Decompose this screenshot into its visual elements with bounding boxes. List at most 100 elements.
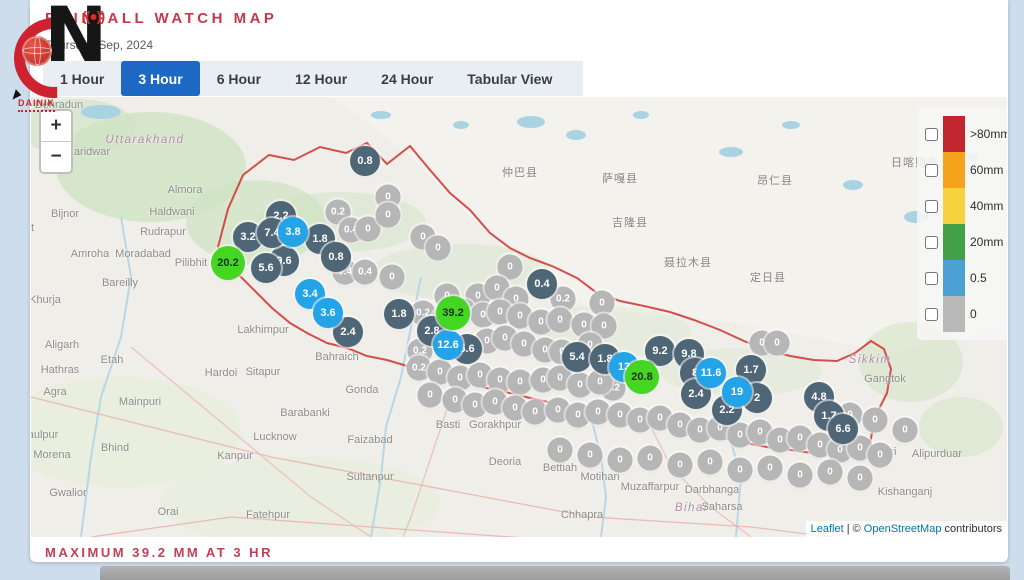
rain-marker[interactable]: 19 xyxy=(722,377,752,407)
map-label: Rudrapur xyxy=(140,226,186,238)
rain-marker[interactable]: 0.4 xyxy=(527,269,557,299)
rain-marker[interactable]: 0.8 xyxy=(350,146,380,176)
tab-3-hour[interactable]: 3 Hour xyxy=(121,61,199,96)
legend-label: 0.5 xyxy=(970,271,987,285)
map-label: Hathras xyxy=(41,364,80,376)
tab-12-hour[interactable]: 12 Hour xyxy=(278,61,364,96)
legend-row: >80mm xyxy=(923,116,1007,152)
map-label: Etah xyxy=(101,354,124,366)
rain-marker[interactable]: 0 xyxy=(758,456,783,481)
rain-marker[interactable]: 0 xyxy=(638,446,663,471)
rain-marker[interactable]: 1.8 xyxy=(384,299,414,329)
rain-marker[interactable]: 5.4 xyxy=(562,342,592,372)
openstreetmap-link[interactable]: OpenStreetMap xyxy=(864,523,942,535)
map-label: Pilibhit xyxy=(175,257,207,269)
map-attribution: Leaflet | © OpenStreetMap contributors xyxy=(806,521,1007,537)
rain-marker[interactable]: 0 xyxy=(380,265,405,290)
rain-marker[interactable]: 0 xyxy=(765,331,790,356)
rain-marker[interactable]: 0 xyxy=(848,466,873,491)
map-label: Mainpuri xyxy=(119,396,161,408)
rain-marker[interactable]: 0 xyxy=(728,458,753,483)
leaflet-link[interactable]: Leaflet xyxy=(811,523,844,535)
legend-swatch xyxy=(943,296,965,332)
map-label: Bettiah xyxy=(543,462,577,474)
legend-checkbox[interactable] xyxy=(925,200,938,213)
tab-bar: 1 Hour3 Hour6 Hour12 Hour24 HourTabular … xyxy=(43,61,583,96)
rain-marker[interactable]: 0 xyxy=(863,408,888,433)
legend-row: 60mm xyxy=(923,152,1007,188)
map-label: Khurja xyxy=(31,294,61,306)
legend-checkbox[interactable] xyxy=(925,164,938,177)
tab-6-hour[interactable]: 6 Hour xyxy=(200,61,278,96)
rain-marker[interactable]: 0 xyxy=(376,203,401,228)
map-label: Almora xyxy=(168,184,203,196)
rain-marker[interactable]: 0 xyxy=(868,443,893,468)
rain-marker[interactable]: 0 xyxy=(608,448,633,473)
map-label: Bhind xyxy=(101,442,129,454)
map-label: Faizabad xyxy=(347,434,392,446)
rain-marker[interactable]: 0 xyxy=(818,460,843,485)
map-label: Orai xyxy=(158,506,179,518)
map-label: Gorakhpur xyxy=(469,419,521,431)
map-label: Barabanki xyxy=(280,407,330,419)
zoom-out-button[interactable]: − xyxy=(41,142,71,172)
map-label: Motihari xyxy=(580,471,619,483)
rain-marker[interactable]: 0.4 xyxy=(353,260,378,285)
legend-swatch xyxy=(943,152,965,188)
maximum-rainfall-text: MAXIMUM 39.2 MM AT 3 HR xyxy=(45,545,273,560)
legend-swatch xyxy=(943,224,965,260)
rain-marker[interactable]: 0 xyxy=(578,443,603,468)
rain-marker[interactable]: 0 xyxy=(590,291,615,316)
map-label: Alipurduar xyxy=(912,448,962,460)
rain-marker[interactable]: 3.8 xyxy=(278,217,308,247)
tab-tabular-view[interactable]: Tabular View xyxy=(450,61,569,96)
legend-swatch xyxy=(943,260,965,296)
map-label: Sikkim xyxy=(849,354,892,366)
rain-marker[interactable]: 0 xyxy=(668,453,693,478)
rain-marker[interactable]: 0 xyxy=(893,418,918,443)
map-label: Lucknow xyxy=(253,431,296,443)
rain-marker[interactable]: 11.6 xyxy=(696,358,726,388)
legend-label: 40mm xyxy=(970,199,1003,213)
map-label: Amroha xyxy=(71,248,110,260)
legend-checkbox[interactable] xyxy=(925,272,938,285)
rain-marker[interactable]: 39.2 xyxy=(436,296,470,330)
map-label: 定日县 xyxy=(750,269,786,285)
rain-marker[interactable]: 20.8 xyxy=(625,360,659,394)
rain-marker[interactable]: 0 xyxy=(418,383,443,408)
rain-marker[interactable]: 0 xyxy=(548,308,573,333)
rain-marker[interactable]: 12.6 xyxy=(433,330,463,360)
legend-checkbox[interactable] xyxy=(925,128,938,141)
map-label: Lakhimpur xyxy=(237,324,288,336)
map-label: 仲巴县 xyxy=(502,164,538,180)
legend-checkbox[interactable] xyxy=(925,308,938,321)
legend-row: 40mm xyxy=(923,188,1007,224)
broadcast-icon: ((●)) xyxy=(82,8,104,24)
map-label: Saharsa xyxy=(702,501,743,513)
rain-marker[interactable]: 0 xyxy=(523,400,548,425)
rain-marker[interactable]: 5.6 xyxy=(251,253,281,283)
legend-swatch xyxy=(943,116,965,152)
globe-icon xyxy=(22,36,52,66)
rain-marker[interactable]: 0 xyxy=(508,370,533,395)
rain-marker[interactable]: 0 xyxy=(548,438,573,463)
rain-marker[interactable]: 20.2 xyxy=(211,246,245,280)
legend-row: 20mm xyxy=(923,224,1007,260)
map-label: Gonda xyxy=(345,384,378,396)
legend: >80mm 60mm 40mm 20mm 0.5 0 xyxy=(917,108,1007,340)
legend-label: 60mm xyxy=(970,163,1003,177)
map-label: 萨嘎县 xyxy=(602,170,638,186)
rain-marker[interactable]: 0 xyxy=(426,236,451,261)
rain-marker[interactable]: 3.6 xyxy=(313,298,343,328)
map-label: Meerut xyxy=(31,222,34,234)
leaflet-map[interactable]: DehradunHaridwarUttarakhandMuzaffarnagar… xyxy=(31,97,1007,537)
rain-marker[interactable]: 6.6 xyxy=(828,414,858,444)
legend-checkbox[interactable] xyxy=(925,236,938,249)
tab-24-hour[interactable]: 24 Hour xyxy=(364,61,450,96)
rain-marker[interactable]: 0 xyxy=(698,450,723,475)
rain-marker[interactable]: 0 xyxy=(788,463,813,488)
rain-marker[interactable]: 0.8 xyxy=(321,242,351,272)
map-label: 聂拉木县 xyxy=(664,254,712,270)
legend-row: 0 xyxy=(923,296,1007,332)
map-label: Gangtok xyxy=(864,373,906,385)
